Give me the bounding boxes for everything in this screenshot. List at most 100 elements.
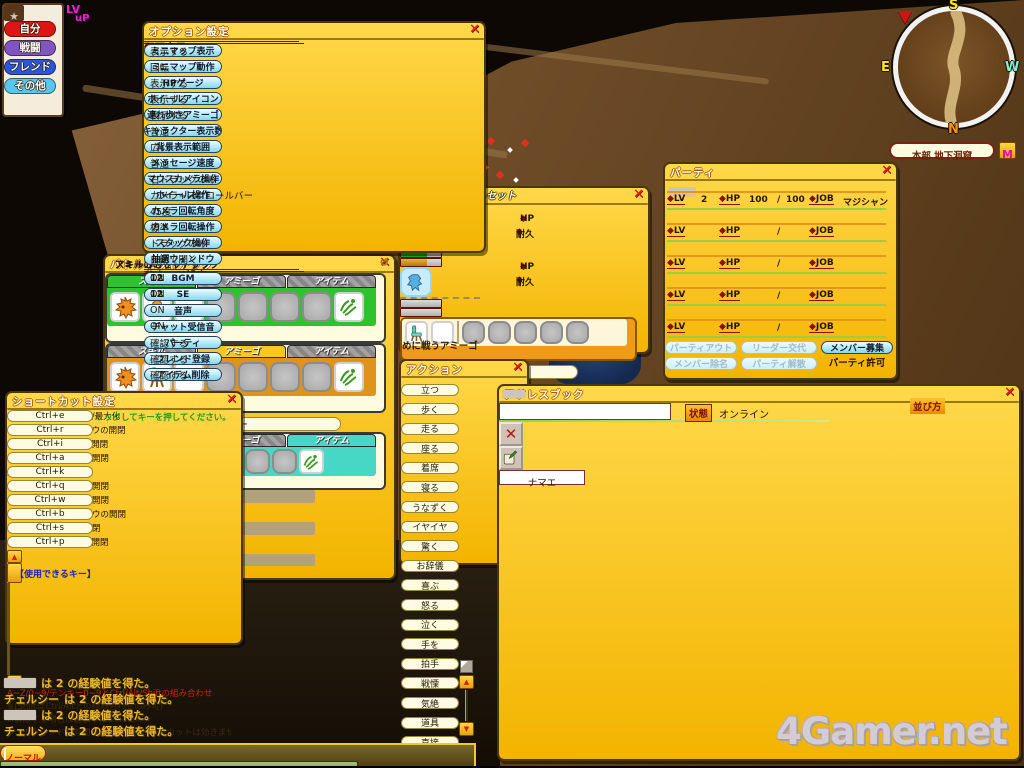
menu-button[interactable]: 戦闘 bbox=[4, 40, 56, 56]
shortcut-key-button[interactable]: Ctrl+r bbox=[7, 424, 93, 436]
action-button[interactable]: 驚く bbox=[401, 540, 459, 553]
menu-button[interactable]: 自分 bbox=[4, 21, 56, 37]
close-icon[interactable]: ✕ bbox=[1004, 386, 1015, 400]
shortcut-key-button[interactable]: Ctrl+e bbox=[7, 410, 93, 422]
option-value: 45度 bbox=[150, 206, 172, 218]
party-action-button: リーダー交代 bbox=[741, 341, 817, 354]
party-action-button[interactable]: メンバー募集 bbox=[821, 341, 893, 354]
chat-message: チェルシーは 2 の経験値を得た。 bbox=[4, 724, 444, 738]
action-button[interactable]: 走る bbox=[401, 422, 459, 435]
shortcut-key-button[interactable]: Ctrl+s bbox=[7, 522, 93, 534]
shortcut-key-button[interactable]: Ctrl+b bbox=[7, 508, 93, 520]
action-button[interactable]: お辞儀 bbox=[401, 559, 459, 572]
option-row: BGMON12▲▼ bbox=[144, 272, 312, 285]
diamond-icon: ◆ bbox=[809, 322, 816, 332]
diamond-icon: ◆ bbox=[719, 194, 726, 204]
action-button[interactable]: 立つ bbox=[401, 383, 459, 396]
slash: / bbox=[777, 323, 781, 333]
options-controls-rows: マウスカメラ操作 右ドラッグのみ ホイール操作 カメラ+スクロールバー カメラ回転角度 4… bbox=[144, 172, 310, 266]
shortcut-row-list: メインメニューの最小/最大化Ctrl+eキャラクターウィンドウの開閉Ctrl+r… bbox=[7, 410, 217, 548]
titlebar: オプション設定 ✕ bbox=[144, 23, 484, 39]
chat-scroll-up-button[interactable]: ▲ bbox=[459, 675, 474, 689]
watermark: 4Gamer.net bbox=[776, 710, 1008, 753]
close-icon[interactable]: ✕ bbox=[633, 188, 644, 202]
delete-contact-button[interactable]: ✕ bbox=[499, 422, 523, 446]
name-underline bbox=[667, 191, 886, 193]
action-button[interactable]: うなずく bbox=[401, 501, 459, 514]
shortcut-key-button[interactable]: Ctrl+i bbox=[7, 438, 93, 450]
chat-scroll-track[interactable] bbox=[465, 690, 468, 721]
option-row: SEON12▲▼ bbox=[144, 288, 312, 301]
location-banner: 本部 地下洞窟 bbox=[889, 142, 995, 162]
shortcut-row: アミーゴウィンドウの開閉Ctrl+a bbox=[7, 452, 217, 464]
sort-label: 並び方 bbox=[910, 398, 945, 414]
item-slot[interactable] bbox=[245, 449, 270, 474]
contact-name-input[interactable] bbox=[499, 390, 671, 420]
action-button[interactable]: 座る bbox=[401, 442, 459, 455]
tab-item[interactable]: アイテム bbox=[287, 434, 376, 447]
hp-max-value: 100 bbox=[786, 195, 805, 205]
action-button[interactable]: 寝る bbox=[401, 481, 459, 494]
chat-sender: チェルシー bbox=[4, 692, 59, 706]
stats-underline bbox=[667, 272, 886, 274]
shortcut-row: セットアップウィンドウの開閉Ctrl+b bbox=[7, 508, 217, 520]
shortcut-key-button[interactable]: Ctrl+a bbox=[7, 452, 93, 464]
party-permission-toggle[interactable]: パーティ許可 bbox=[821, 357, 893, 370]
memo-button[interactable] bbox=[499, 446, 523, 470]
amigo-slot[interactable] bbox=[110, 362, 140, 392]
options-window: オプション設定 ✕ ◆画面表示 ◆操作設定 ミニマップ表示表示するミニマップ動作… bbox=[142, 21, 486, 382]
stats-underline bbox=[667, 240, 886, 242]
skill-slot[interactable] bbox=[110, 292, 140, 322]
close-icon[interactable]: ✕ bbox=[512, 361, 523, 375]
stat-label: ◆HP bbox=[719, 322, 741, 333]
action-button[interactable]: イヤイヤ bbox=[401, 520, 459, 533]
menu-button[interactable]: フレンド bbox=[4, 59, 56, 75]
action-button[interactable]: 泣く bbox=[401, 618, 459, 631]
chat-text: は 2 の経験値を得た。 bbox=[64, 724, 179, 738]
chat-text: は 2 の経験値を得た。 bbox=[41, 708, 156, 722]
chat-scroll-down-button[interactable]: ▼ bbox=[459, 722, 474, 736]
scroll-track[interactable] bbox=[7, 583, 10, 675]
option-row: ミニマップ表示 表示する bbox=[144, 44, 312, 58]
action-button[interactable]: 歩く bbox=[401, 403, 459, 416]
amigo-portrait-icon bbox=[400, 267, 432, 297]
action-button[interactable]: 拍手 bbox=[401, 657, 459, 670]
close-icon[interactable]: ✕ bbox=[469, 23, 480, 37]
action-button[interactable]: 手を bbox=[401, 638, 459, 651]
stat-label: ◆LV bbox=[667, 322, 686, 333]
close-icon[interactable]: ✕ bbox=[226, 393, 237, 407]
shortcut-row: アイテムウィンドウの開閉Ctrl+i bbox=[7, 438, 217, 450]
stat-label: ◆JOB bbox=[809, 322, 834, 333]
sort-field[interactable]: ナマエ bbox=[499, 470, 585, 489]
close-icon[interactable]: ✕ bbox=[881, 164, 892, 178]
battle-set-slot[interactable] bbox=[514, 321, 537, 344]
menu-button[interactable]: その他 bbox=[4, 78, 56, 94]
minimap[interactable] bbox=[893, 6, 1015, 128]
action-button[interactable]: 喜ぶ bbox=[401, 579, 459, 592]
diamond-icon: ◆ bbox=[667, 322, 674, 332]
amigo-caption: めに戦うアミーゴ bbox=[402, 341, 478, 352]
shortcut-key-button[interactable]: Ctrl+k bbox=[7, 466, 93, 478]
map-button[interactable]: M bbox=[999, 142, 1016, 161]
chat-mode-button[interactable]: ノーマル bbox=[0, 745, 46, 764]
action-button[interactable]: 着席 bbox=[401, 461, 459, 474]
minimap-path bbox=[944, 11, 966, 123]
battle-set-slot[interactable] bbox=[566, 321, 589, 344]
amigo-slot-locked[interactable] bbox=[334, 362, 364, 392]
battle-set-slot[interactable] bbox=[488, 321, 511, 344]
shortcut-key-button[interactable]: Ctrl+q bbox=[7, 480, 93, 492]
skill-slot-locked[interactable] bbox=[334, 292, 364, 322]
shortcut-key-button[interactable]: Ctrl+p bbox=[7, 536, 93, 548]
item-slot[interactable] bbox=[272, 449, 297, 474]
stat-label: ◆HP bbox=[719, 194, 741, 205]
chat-resize-grip[interactable] bbox=[460, 660, 473, 673]
action-button[interactable]: 怒る bbox=[401, 599, 459, 612]
diamond-icon: ◆ bbox=[667, 290, 674, 300]
option-row: チャット受信音 ON bbox=[144, 320, 312, 333]
option-value: 標準 bbox=[150, 222, 170, 234]
diamond-icon: ◆ bbox=[719, 322, 726, 332]
scroll-up-button[interactable]: ▲ bbox=[7, 550, 22, 563]
shortcut-key-button[interactable]: Ctrl+w bbox=[7, 494, 93, 506]
item-slot-locked[interactable] bbox=[299, 449, 324, 474]
battle-set-slot[interactable] bbox=[540, 321, 563, 344]
